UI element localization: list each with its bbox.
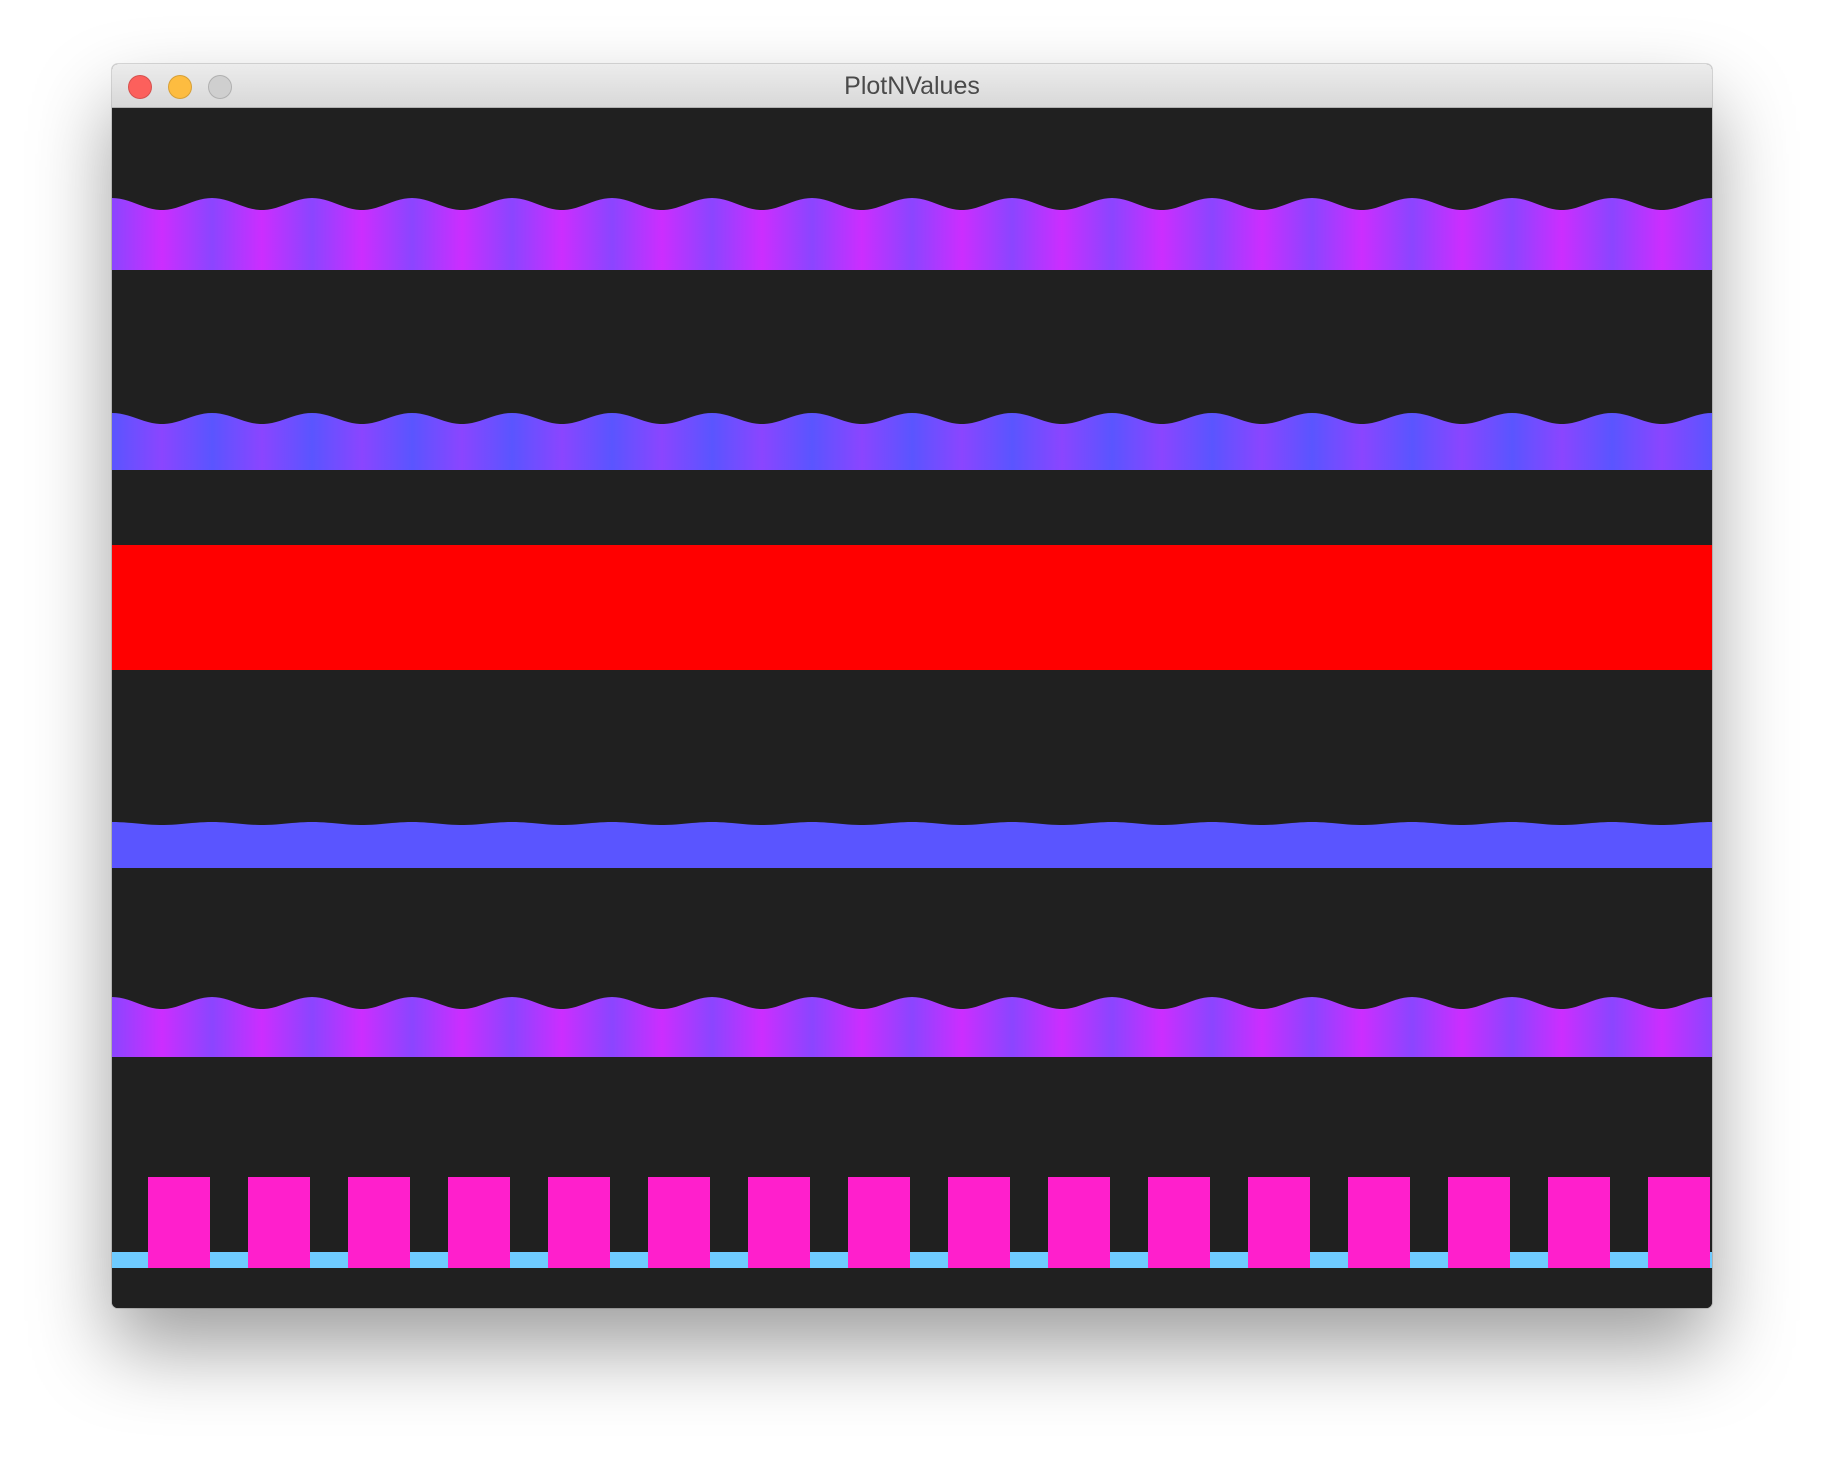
square-wave-pulse — [1548, 1177, 1610, 1268]
plot-canvas — [112, 108, 1712, 1308]
square-wave-pulse — [1148, 1177, 1210, 1268]
plot-svg — [112, 108, 1712, 1308]
square-wave-pulse — [1648, 1177, 1710, 1268]
solid-band — [112, 545, 1712, 670]
square-wave-pulse — [1348, 1177, 1410, 1268]
square-wave-pulse — [1448, 1177, 1510, 1268]
square-wave-pulse — [1248, 1177, 1310, 1268]
square-wave-pulse — [848, 1177, 910, 1268]
square-wave-pulse — [748, 1177, 810, 1268]
square-wave-pulse — [548, 1177, 610, 1268]
flat-wave-band — [112, 822, 1712, 868]
title-bar[interactable]: PlotNValues — [112, 64, 1712, 108]
square-wave-pulse — [348, 1177, 410, 1268]
square-wave-pulse — [948, 1177, 1010, 1268]
square-wave-pulse — [148, 1177, 210, 1268]
square-wave-pulse — [1048, 1177, 1110, 1268]
square-wave-pulse — [448, 1177, 510, 1268]
plot-background — [112, 108, 1712, 1308]
square-wave-pulse — [248, 1177, 310, 1268]
window-title: PlotNValues — [844, 72, 980, 100]
square-wave-pulse — [648, 1177, 710, 1268]
app-window: PlotNValues — [112, 64, 1712, 1308]
